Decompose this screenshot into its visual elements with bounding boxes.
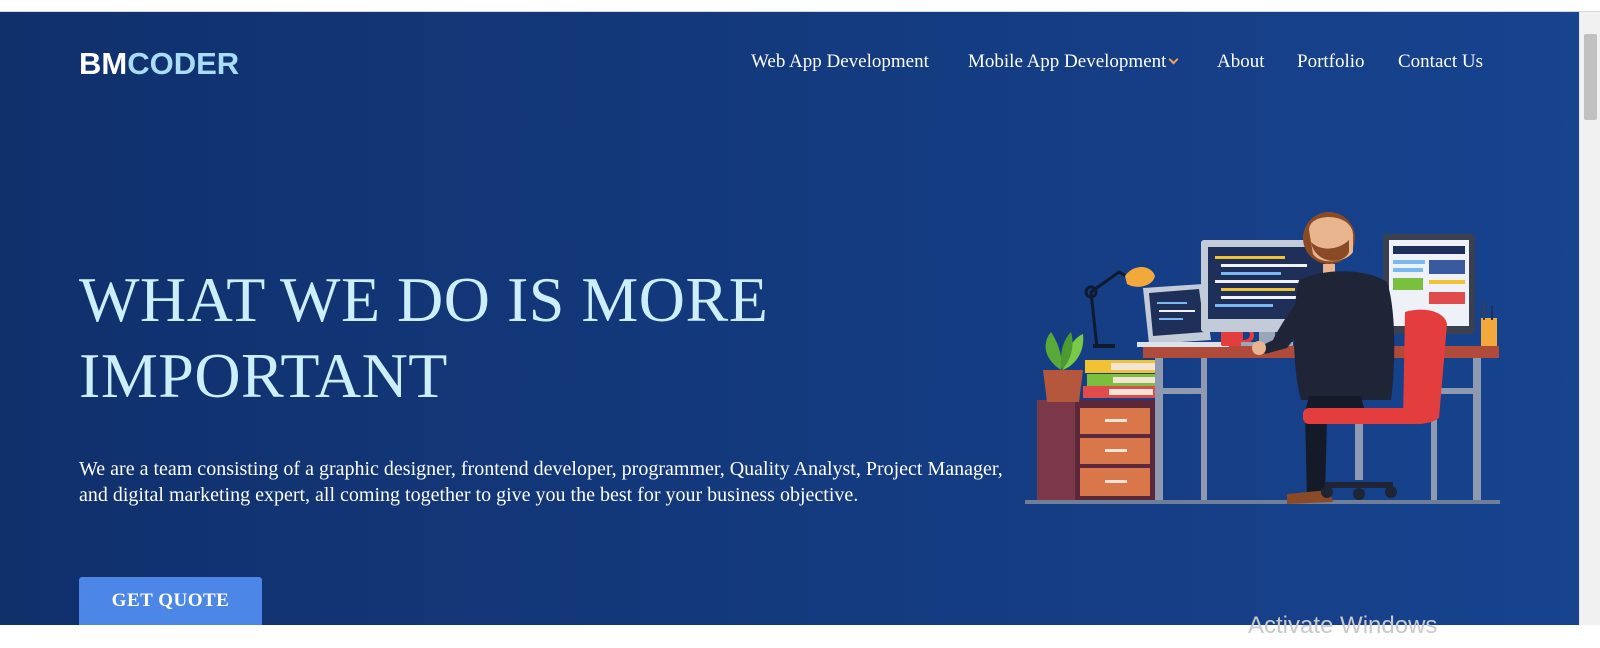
chair-wheel-3 [1385,486,1397,498]
drawer-handle-3 [1105,480,1127,483]
logo-part-coder: CODER [127,46,240,81]
person-hand [1252,341,1266,355]
chair-post [1355,424,1363,480]
nav-mobile-app-development[interactable]: Mobile App Development [968,50,1179,74]
lamp-base [1093,344,1115,348]
hero-headline: WHAT WE DO IS MORE IMPORTANT [79,262,879,414]
laptop-base [1137,342,1229,347]
activate-windows-watermark: Activate Windows [1248,612,1438,639]
chair-base [1325,482,1393,488]
lamp-shade [1125,267,1155,287]
laptop-screen [1149,289,1205,336]
plant-leaf-1 [1045,332,1062,370]
book-red-pages [1109,389,1153,395]
chair-wheel-2 [1353,488,1365,500]
pencil-2 [1491,306,1493,320]
monitor-code-line-4 [1215,280,1311,283]
book-yellow-pages [1111,363,1155,370]
monitor-code-line-2 [1221,264,1307,267]
desk-leg-right [1473,358,1481,500]
monitor-code-line-5 [1221,288,1295,291]
developer-at-desk-illustration [1025,212,1500,504]
desk-crossbar [1163,388,1203,394]
monitor-code-line-7 [1215,304,1273,307]
logo-part-bm: BM [79,46,128,81]
book-green-pages [1113,377,1155,383]
monitor-code-line-3 [1221,272,1281,275]
second-monitor-line-1 [1393,260,1425,264]
desk-leg-left-2 [1201,358,1207,500]
second-monitor-block-3 [1429,292,1465,304]
laptop-code-line-2 [1159,310,1195,312]
plant-pot [1043,370,1083,402]
chair-seat [1303,408,1421,424]
page-scrollbar[interactable] [1579,12,1600,625]
person-torso [1293,271,1395,400]
second-monitor-block-2 [1393,278,1423,290]
pencil-cup [1481,318,1497,346]
second-monitor-block-1 [1429,260,1465,274]
nav-portfolio[interactable]: Portfolio [1297,50,1365,74]
nav-mobile-app-development-label: Mobile App Development [968,51,1167,72]
floor-line [1025,500,1500,504]
drawer-handle-2 [1105,449,1127,452]
hero-section: BMCODER Web App Development Mobile App D… [0,12,1579,625]
monitor-code-line-1 [1215,256,1285,259]
desk-leg-left [1155,358,1163,500]
browser-top-edge [0,0,1600,12]
lamp-arm [1089,270,1134,349]
scrollbar-thumb[interactable] [1584,34,1597,120]
second-monitor-line-2 [1393,268,1423,272]
laptop-code-line-1 [1157,302,1187,304]
nav-about[interactable]: About [1217,50,1265,74]
laptop-code-line-3 [1159,318,1183,320]
desk-crossbar-right [1437,388,1473,394]
cabinet-side [1037,400,1075,500]
get-quote-button[interactable]: GET QUOTE [79,577,262,625]
second-monitor-line-3 [1429,280,1465,284]
nav-web-app-development[interactable]: Web App Development [751,50,929,74]
hero-headline-line-2: IMPORTANT [79,340,448,411]
drawer-handle-1 [1105,419,1127,422]
pencil-1 [1483,302,1485,320]
second-monitor-header [1393,246,1465,254]
hero-headline-line-1: WHAT WE DO IS MORE [79,264,769,335]
site-logo[interactable]: BMCODER [79,46,239,82]
nav-contact-us[interactable]: Contact Us [1398,50,1483,74]
hero-description: We are a team consisting of a graphic de… [79,458,1003,506]
chevron-down-icon [1168,54,1179,65]
chair-wheel-1 [1321,486,1333,498]
chair-back [1403,309,1447,425]
